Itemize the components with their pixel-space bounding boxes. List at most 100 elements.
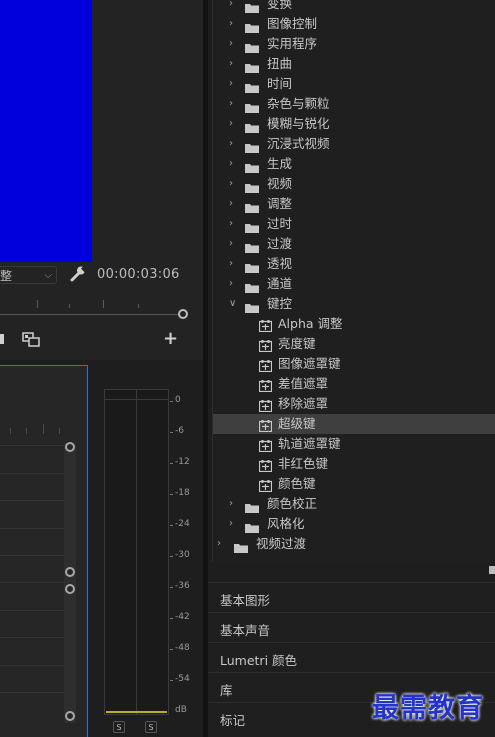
chevron-right-icon[interactable]: ›: [229, 0, 233, 14]
solo-right-button[interactable]: S: [145, 721, 157, 733]
effects-folder[interactable]: › 实用程序: [213, 34, 495, 54]
chevron-down-icon[interactable]: ∨: [229, 294, 236, 314]
chevron-right-icon[interactable]: ›: [229, 134, 233, 154]
chevron-right-icon[interactable]: ›: [229, 194, 233, 214]
folder-icon: [234, 539, 248, 553]
tree-item-label: 扭曲: [267, 56, 293, 71]
timeline-ruler[interactable]: [0, 420, 64, 440]
playback-bar[interactable]: [0, 314, 178, 315]
chevron-right-icon[interactable]: ›: [229, 514, 233, 534]
chevron-right-icon[interactable]: ›: [229, 214, 233, 234]
effect-item[interactable]: 非红色键: [213, 454, 495, 474]
chevron-right-icon[interactable]: ›: [229, 74, 233, 94]
tree-item-label: 轨道遮罩键: [278, 436, 341, 451]
tree-item-label: 过时: [267, 216, 293, 231]
panel-essential-sound[interactable]: 基本声音: [208, 612, 495, 642]
step-button[interactable]: [0, 334, 4, 344]
panel-lumetri-color[interactable]: Lumetri 颜色: [208, 642, 495, 672]
scroll-handle-bottom[interactable]: [65, 711, 75, 721]
folder-icon: [245, 199, 259, 213]
effects-folder[interactable]: › 视频过渡: [213, 534, 495, 554]
chevron-right-icon[interactable]: ›: [229, 114, 233, 134]
tree-item-label: 非红色键: [278, 456, 329, 471]
chevron-right-icon[interactable]: ›: [229, 34, 233, 54]
db-unit-label: dB: [175, 705, 187, 715]
effect-preset-icon: [258, 358, 273, 373]
effects-folder[interactable]: › 变换: [213, 0, 495, 14]
tree-item-label: 差值遮罩: [278, 376, 329, 391]
playhead-timecode[interactable]: 00:00:03:06: [97, 267, 180, 282]
chevron-right-icon[interactable]: ›: [229, 94, 233, 114]
effects-folder[interactable]: › 杂色与颗粒: [213, 94, 495, 114]
effect-item[interactable]: Alpha 调整: [213, 314, 495, 334]
chevron-right-icon[interactable]: ›: [229, 54, 233, 74]
effects-folder[interactable]: › 调整: [213, 194, 495, 214]
add-button[interactable]: +: [163, 330, 178, 348]
effect-item[interactable]: 亮度键: [213, 334, 495, 354]
effects-folder[interactable]: ∨ 键控: [213, 294, 495, 314]
effects-folder[interactable]: › 扭曲: [213, 54, 495, 74]
chevron-right-icon[interactable]: ›: [229, 174, 233, 194]
effects-folder[interactable]: › 生成: [213, 154, 495, 174]
effects-folder[interactable]: › 过渡: [213, 234, 495, 254]
wrench-icon[interactable]: [70, 265, 86, 283]
playhead-handle[interactable]: [178, 309, 188, 319]
monitor-time-ruler[interactable]: [0, 296, 180, 324]
folder-icon: [245, 79, 259, 93]
folder-icon: [245, 279, 259, 293]
tree-item-label: 实用程序: [267, 36, 318, 51]
export-frame-icon[interactable]: [22, 332, 42, 348]
db-label: -6: [175, 426, 184, 436]
effect-preset-icon: [258, 458, 273, 473]
effects-folder[interactable]: › 风格化: [213, 514, 495, 534]
tree-item-label: 变换: [267, 0, 293, 11]
tree-item-label: 杂色与颗粒: [267, 96, 330, 111]
chevron-right-icon[interactable]: ›: [229, 234, 233, 254]
effects-folder[interactable]: › 透视: [213, 254, 495, 274]
effect-item[interactable]: 超级键: [213, 414, 495, 434]
effects-folder[interactable]: › 图像控制: [213, 14, 495, 34]
db-label: -36: [175, 581, 190, 591]
db-label: -18: [175, 488, 190, 498]
tree-item-label: 沉浸式视频: [267, 136, 330, 151]
tree-item-label: 视频过渡: [256, 536, 307, 551]
solo-left-button[interactable]: S: [113, 721, 125, 733]
folder-icon: [245, 19, 259, 33]
tree-item-label: 视频: [267, 176, 293, 191]
panel-label: 基本声音: [220, 623, 271, 638]
db-tick: [170, 680, 173, 681]
tree-item-label: 模糊与锐化: [267, 116, 330, 131]
folder-icon: [245, 39, 259, 53]
scroll-handle-top[interactable]: [65, 442, 75, 452]
effects-folder[interactable]: › 通道: [213, 274, 495, 294]
effect-item[interactable]: 图像遮罩键: [213, 354, 495, 374]
effects-folder[interactable]: › 过时: [213, 214, 495, 234]
effects-folder[interactable]: › 沉浸式视频: [213, 134, 495, 154]
effect-preset-icon: [258, 398, 273, 413]
chevron-right-icon[interactable]: ›: [229, 14, 233, 34]
effects-folder[interactable]: › 颜色校正: [213, 494, 495, 514]
chevron-right-icon[interactable]: ›: [229, 494, 233, 514]
tree-item-label: 风格化: [267, 516, 305, 531]
scroll-handle-top[interactable]: [65, 584, 75, 594]
effect-item[interactable]: 轨道遮罩键: [213, 434, 495, 454]
zoom-level-select[interactable]: 整 ⌵: [0, 266, 57, 284]
chevron-right-icon[interactable]: ›: [229, 154, 233, 174]
tree-item-label: 生成: [267, 156, 293, 171]
effects-folder[interactable]: › 模糊与锐化: [213, 114, 495, 134]
panel-menu-icon[interactable]: [489, 566, 495, 574]
chevron-right-icon[interactable]: ›: [217, 534, 221, 554]
scroll-handle-bottom[interactable]: [65, 567, 75, 577]
chevron-right-icon[interactable]: ›: [229, 254, 233, 274]
chevron-right-icon[interactable]: ›: [229, 274, 233, 294]
effects-folder[interactable]: › 时间: [213, 74, 495, 94]
panel-essential-graphics[interactable]: 基本图形: [208, 582, 495, 612]
track-divider: [0, 665, 64, 666]
effect-item[interactable]: 颜色键: [213, 474, 495, 494]
effect-preset-icon: [258, 338, 273, 353]
effect-item[interactable]: 差值遮罩: [213, 374, 495, 394]
timeline-vertical-scrollbar[interactable]: [64, 443, 76, 723]
panel-label: 标记: [220, 713, 246, 728]
effects-folder[interactable]: › 视频: [213, 174, 495, 194]
effect-item[interactable]: 移除遮罩: [213, 394, 495, 414]
